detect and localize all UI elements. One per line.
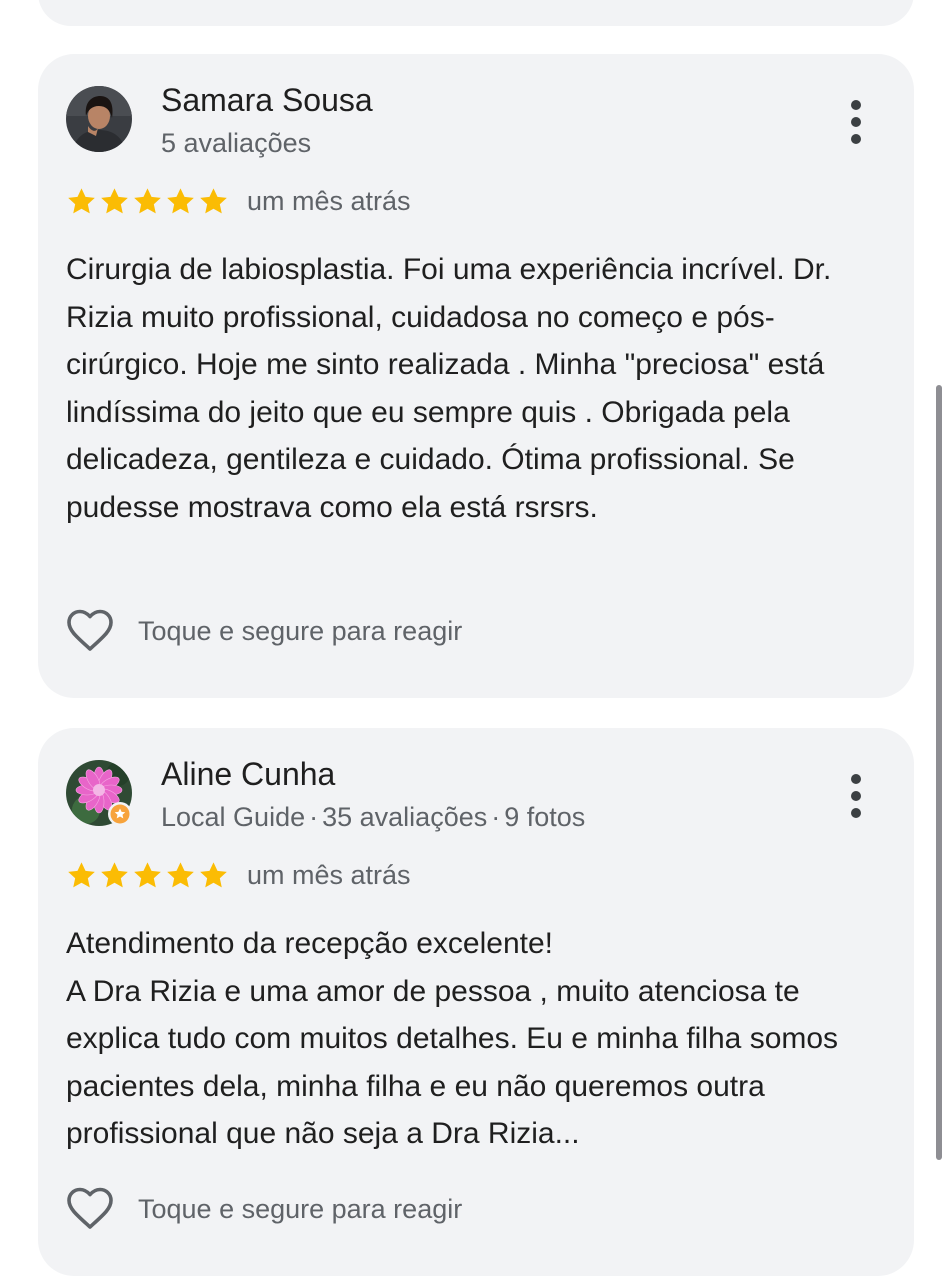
- star-icon: [101, 187, 128, 213]
- star-icon: [134, 187, 161, 213]
- react-button[interactable]: Toque e segure para reagir: [66, 608, 462, 654]
- more-dot: [851, 100, 861, 110]
- reviewer-avatar[interactable]: [66, 760, 132, 826]
- review-card: Aline Cunha Local Guide · 35 avaliações · 9 …: [38, 728, 914, 1276]
- reviews-page: Samara Sousa 5 avaliações um mês atrás C…: [0, 0, 952, 1280]
- more-dot: [851, 774, 861, 784]
- local-guide-label: Local Guide: [161, 802, 306, 832]
- scrollbar[interactable]: [936, 385, 942, 1160]
- more-dot: [851, 808, 861, 818]
- star-rating: [66, 860, 229, 891]
- rating-row: um mês atrás: [66, 858, 411, 892]
- star-icon: [68, 861, 95, 887]
- review-paragraph: Atendimento da recepção excelente!: [66, 927, 553, 960]
- react-label: Toque e segure para reagir: [138, 615, 463, 646]
- review-paragraph: Cirurgia de labiosplastia. Foi uma exper…: [66, 253, 832, 524]
- local-guide-badge-icon: [108, 802, 132, 826]
- rating-row: um mês atrás: [66, 184, 411, 218]
- reviewer-avatar[interactable]: [66, 86, 132, 152]
- more-dot: [851, 117, 861, 127]
- more-options-icon[interactable]: [838, 774, 874, 818]
- star-icon: [167, 187, 194, 213]
- star-icon: [200, 861, 227, 887]
- meta-separator: ·: [309, 802, 319, 832]
- react-label: Toque e segure para reagir: [138, 1193, 463, 1224]
- heart-outline-icon: [67, 609, 113, 651]
- review-time: um mês atrás: [247, 859, 411, 890]
- star-icon: [101, 861, 128, 887]
- reviewer-name[interactable]: Samara Sousa: [161, 82, 373, 119]
- meta-separator: ·: [491, 802, 501, 832]
- photo-count: 9 fotos: [504, 802, 586, 832]
- star-icon: [134, 861, 161, 887]
- star-icon: [68, 187, 95, 213]
- star-icon: [167, 861, 194, 887]
- reviewer-meta: Local Guide · 35 avaliações · 9 fotos: [161, 802, 585, 833]
- review-count: 35 avaliações: [322, 802, 488, 832]
- more-dot: [851, 791, 861, 801]
- react-button[interactable]: Toque e segure para reagir: [66, 1186, 462, 1232]
- star-rating: [66, 186, 229, 217]
- previous-review-card: [38, 0, 914, 26]
- more-options-icon[interactable]: [838, 100, 874, 144]
- more-dot: [851, 134, 861, 144]
- review-text[interactable]: Atendimento da recepção excelente! A Dra…: [66, 920, 896, 1158]
- review-text[interactable]: Cirurgia de labiosplastia. Foi uma exper…: [66, 246, 896, 531]
- review-card: Samara Sousa 5 avaliações um mês atrás C…: [38, 54, 914, 698]
- star-icon: [200, 187, 227, 213]
- reviewer-name[interactable]: Aline Cunha: [161, 756, 335, 793]
- heart-outline-icon: [67, 1187, 113, 1229]
- review-paragraph: A Dra Rizia e uma amor de pessoa , muito…: [66, 974, 839, 1151]
- review-time: um mês atrás: [247, 185, 411, 216]
- reviewer-meta: 5 avaliações: [161, 128, 312, 158]
